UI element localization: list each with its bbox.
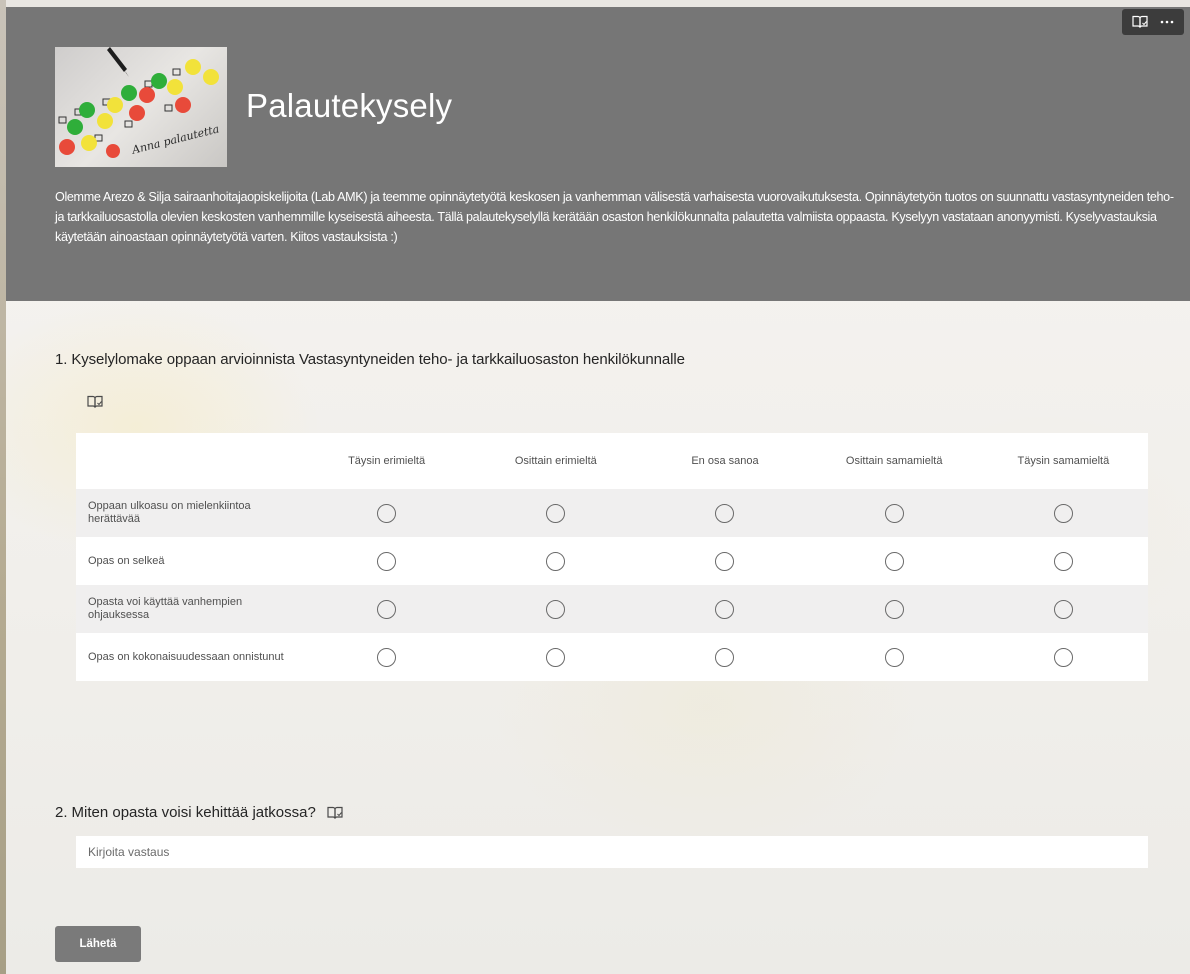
radio-option[interactable] — [1053, 599, 1073, 619]
likert-row-label: Opas on selkeä — [88, 554, 165, 567]
radio-option[interactable] — [1053, 647, 1073, 667]
likert-row: Opas on selkeä — [76, 537, 1148, 585]
radio-option[interactable] — [715, 503, 735, 523]
form-title: Palautekysely — [246, 87, 453, 124]
likert-column-header: Osittain samamieltä — [845, 455, 943, 467]
radio-option[interactable] — [377, 647, 397, 667]
form-page: Anna palautetta Palautekysely Olemme Are… — [6, 7, 1190, 974]
likert-row: Opasta voi käyttää vanhempien ohjauksess… — [76, 585, 1148, 633]
likert-column-header: En osa sanoa — [691, 455, 759, 467]
radio-option[interactable] — [884, 551, 904, 571]
question-1-text: Kyselylomake oppaan arvioinnista Vastasy… — [71, 351, 685, 368]
answer-input[interactable] — [76, 836, 1148, 868]
submit-button[interactable]: Lähetä — [55, 926, 141, 962]
likert-column-header: Osittain erimieltä — [514, 455, 597, 467]
form-description: Olemme Arezo & Silja sairaanhoitajaopisk… — [55, 190, 1174, 244]
radio-option[interactable] — [1053, 551, 1073, 571]
form-header: Anna palautetta Palautekysely Olemme Are… — [6, 7, 1190, 301]
likert-column-header: Täysin samamieltä — [1017, 455, 1110, 467]
header-toolbar — [1122, 9, 1184, 35]
question-2-title: 2. Miten opasta voisi kehittää jatkossa? — [55, 804, 344, 821]
likert-row-label: Opas on kokonaisuudessaan onnistunut — [88, 650, 284, 663]
radio-option[interactable] — [715, 647, 735, 667]
radio-option[interactable] — [884, 647, 904, 667]
radio-option[interactable] — [884, 599, 904, 619]
radio-option[interactable] — [546, 503, 566, 523]
question-2-text: Miten opasta voisi kehittää jatkossa? — [71, 804, 316, 821]
question-1-title: 1. Kyselylomake oppaan arvioinnista Vasta… — [55, 351, 685, 368]
likert-row-label: Opasta voi käyttää vanhempien ohjauksess… — [88, 596, 243, 621]
radio-option[interactable] — [884, 503, 904, 523]
radio-option[interactable] — [546, 647, 566, 667]
radio-option[interactable] — [715, 599, 735, 619]
immersive-reader-icon[interactable] — [1129, 12, 1151, 32]
radio-option[interactable] — [715, 551, 735, 571]
radio-option[interactable] — [1053, 503, 1073, 523]
form-logo: Anna palautetta — [55, 47, 227, 167]
likert-row: Oppaan ulkoasu on mielenkiintoa herättäv… — [76, 489, 1148, 537]
radio-option[interactable] — [377, 551, 397, 571]
radio-option[interactable] — [546, 599, 566, 619]
likert-table: Täysin erimieltä Osittain erimieltä En o… — [76, 433, 1148, 681]
question-2-number: 2. — [55, 804, 68, 821]
radio-option[interactable] — [377, 599, 397, 619]
likert-row-label: Oppaan ulkoasu on mielenkiintoa herättäv… — [88, 500, 251, 525]
question-2-immersive-reader-icon[interactable] — [326, 805, 344, 821]
likert-column-header: Täysin erimieltä — [348, 455, 426, 467]
question-1-number: 1. — [55, 351, 68, 368]
likert-row: Opas on kokonaisuudessaan onnistunut — [76, 633, 1148, 681]
radio-option[interactable] — [546, 551, 566, 571]
more-options-icon[interactable] — [1156, 12, 1178, 32]
likert-header-row: Täysin erimieltä Osittain erimieltä En o… — [76, 433, 1148, 489]
question-1-immersive-reader-icon[interactable] — [86, 394, 104, 410]
radio-option[interactable] — [377, 503, 397, 523]
